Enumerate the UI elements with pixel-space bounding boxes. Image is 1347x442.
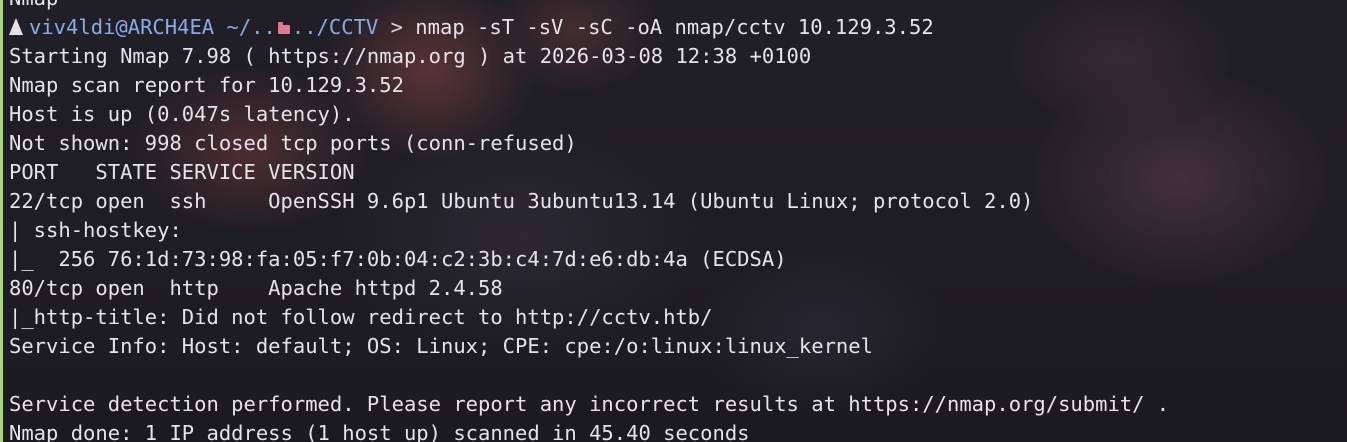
output-line: PORT STATE SERVICE VERSION: [9, 160, 355, 184]
output-line: 80/tcp open http Apache httpd 2.4.58: [9, 276, 503, 300]
output-line: 22/tcp open ssh OpenSSH 9.6p1 Ubuntu 3ub…: [9, 189, 1034, 213]
prompt-line: viv4ldi@ARCH4EA ~/.. ../CCTV > nmap -sT -…: [9, 13, 1347, 42]
folder-icon: [277, 22, 290, 34]
prompt-path-dots: ..: [251, 15, 276, 39]
output-line: Nmap done: 1 IP address (1 host up) scan…: [9, 421, 750, 442]
output-line: Starting Nmap 7.98 ( https://nmap.org ) …: [9, 44, 812, 68]
output-line: Service Info: Host: default; OS: Linux; …: [9, 334, 873, 358]
output-line: Not shown: 998 closed tcp ports (conn-re…: [9, 131, 577, 155]
terminal-output: Nmap viv4ldi@ARCH4EA ~/.. ../CCTV > nmap …: [9, 0, 1347, 442]
partial-top-line: Nmap: [9, 0, 1347, 13]
prompt-user-host: viv4ldi@ARCH4EA: [29, 15, 215, 39]
prompt-arrow: >: [378, 15, 416, 39]
prompt-path-rest: ../CCTV: [291, 15, 379, 39]
output-line: Nmap scan report for 10.129.3.52: [9, 73, 404, 97]
command-text: nmap -sT -sV -sC -oA nmap/cctv 10.129.3.…: [415, 15, 934, 39]
terminal-window[interactable]: Nmap viv4ldi@ARCH4EA ~/.. ../CCTV > nmap …: [0, 0, 1347, 442]
output-line: Service detection performed. Please repo…: [9, 392, 1170, 416]
active-pane-indicator: [0, 0, 3, 442]
output-line: |_ 256 76:1d:73:98:fa:05:f7:0b:04:c2:3b:…: [9, 247, 787, 271]
prompt-path-home: ~/: [214, 15, 252, 39]
output-line: | ssh-hostkey:: [9, 218, 182, 242]
output-line: |_http-title: Did not follow redirect to…: [9, 305, 713, 329]
arch-linux-icon: [9, 18, 23, 35]
output-line: Host is up (0.047s latency).: [9, 102, 355, 126]
